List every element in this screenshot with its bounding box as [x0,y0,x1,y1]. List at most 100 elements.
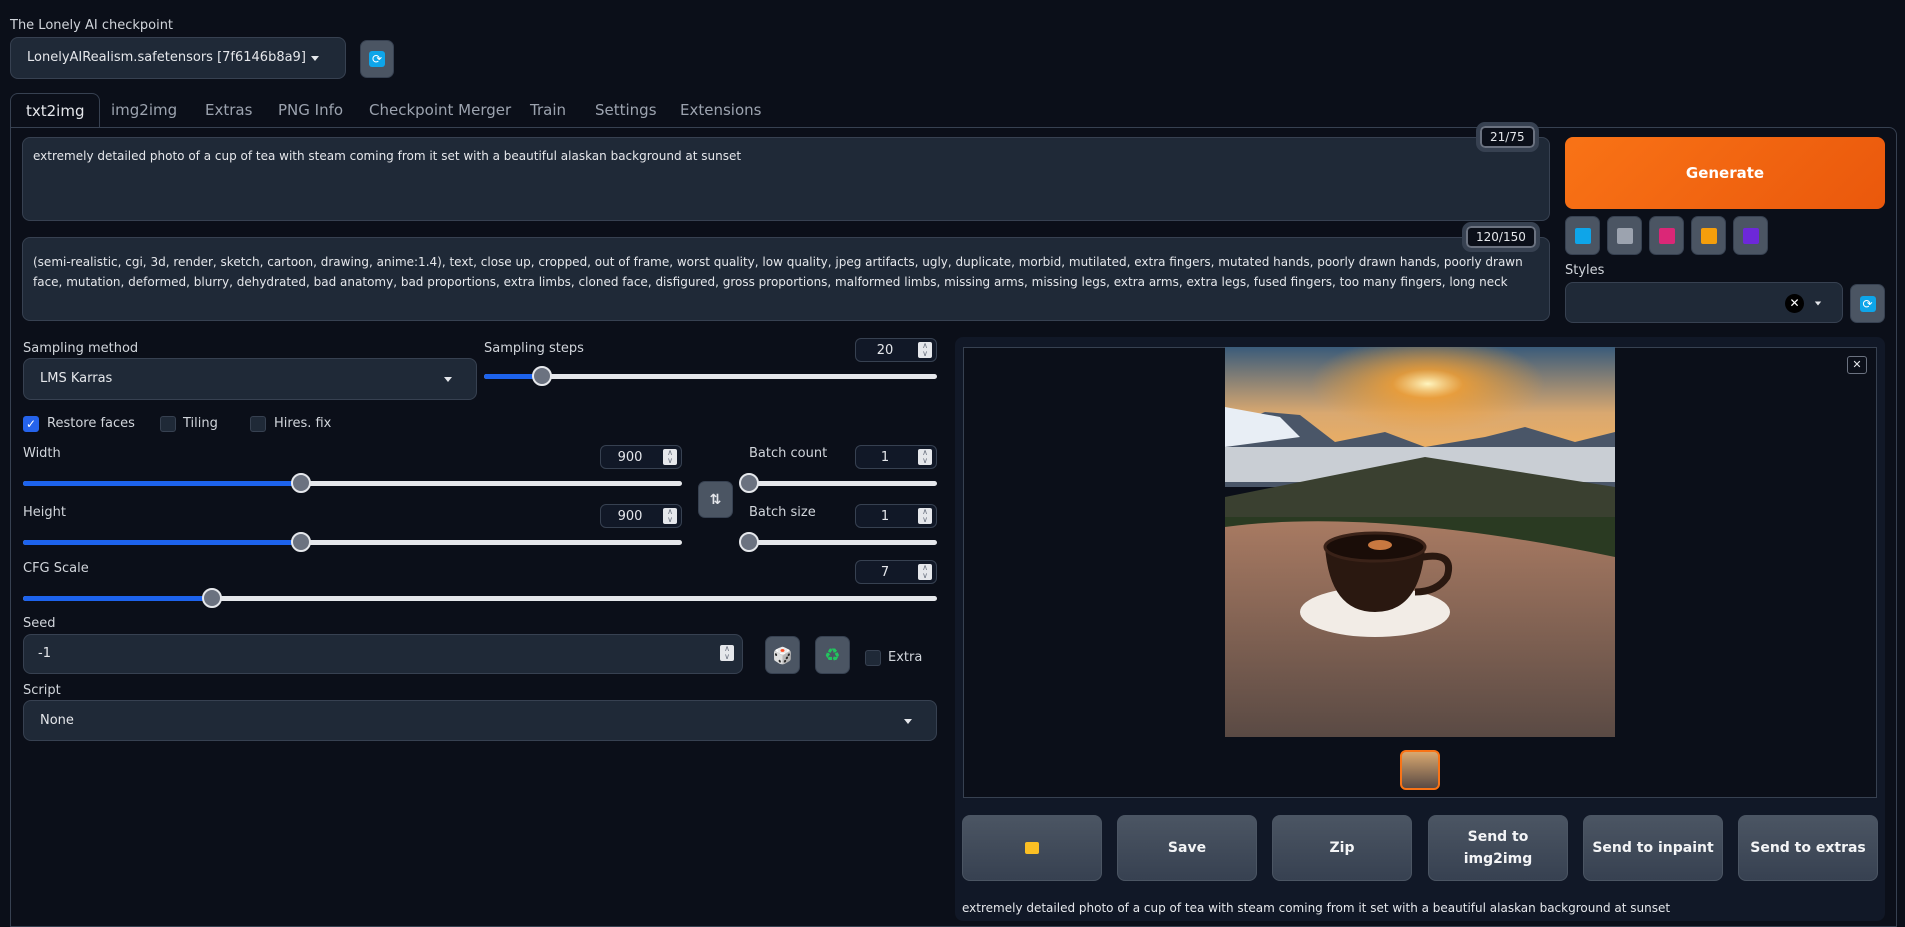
checkpoint-value: LonelyAIRealism.safetensors [7f6146b8a9] [27,50,306,65]
style-card-button[interactable] [1649,216,1684,255]
tab-txt2img[interactable]: txt2img [10,93,101,128]
width-slider-thumb[interactable] [290,473,311,493]
swap-arrows-icon: ⇅ [709,491,722,508]
width-slider[interactable] [23,473,682,493]
tab-settings[interactable]: Settings [580,93,672,128]
recycle-icon: ♻ [824,644,841,666]
chevron-down-icon [904,719,912,724]
trash-button[interactable] [1607,216,1642,255]
floppy-save-icon [1742,227,1759,244]
hires-fix-label: Hires. fix [274,416,332,431]
open-folder-button[interactable] [962,815,1102,881]
cfg-scale-value: 7 [880,564,890,580]
paste-arrow-icon [1574,227,1591,244]
seed-input[interactable]: -1 ∧ ∨ [23,634,743,674]
close-gallery-button[interactable]: ✕ [1847,356,1867,374]
width-slider-fill [23,481,301,486]
swap-dimensions-button[interactable]: ⇅ [698,481,733,518]
sampling-method-dropdown[interactable]: LMS Karras [23,358,477,400]
tab-png-info[interactable]: PNG Info [263,93,358,128]
extra-seed-checkbox[interactable] [865,650,881,666]
refresh-icon: ⟳ [369,51,385,67]
height-stepper[interactable]: ∧ ∨ [663,508,677,524]
batch-size-stepper[interactable]: ∧ ∨ [918,508,932,524]
chevron-down-icon [1814,301,1822,306]
tiling-checkbox[interactable] [160,416,176,432]
batch-count-number-input[interactable]: 1 ∧ ∨ [855,445,937,469]
height-value: 900 [617,508,643,524]
cfg-scale-label: CFG Scale [23,561,89,576]
height-slider[interactable] [23,532,682,552]
chevron-down-icon [311,56,319,61]
cfg-scale-slider-thumb[interactable] [202,588,223,608]
sampling-steps-stepper[interactable]: ∧ ∨ [918,342,932,358]
cfg-scale-number-input[interactable]: 7 ∧ ∨ [855,560,937,584]
clipboard-button[interactable] [1691,216,1726,255]
cfg-scale-slider[interactable] [23,588,937,608]
floppy-save-button[interactable] [1733,216,1768,255]
height-slider-fill [23,540,301,545]
batch-count-slider-thumb[interactable] [739,473,759,493]
batch-size-label: Batch size [749,505,816,520]
batch-count-stepper[interactable]: ∧ ∨ [918,449,932,465]
trash-icon [1616,227,1633,244]
height-slider-thumb[interactable] [290,532,311,552]
refresh-styles-button[interactable]: ⟳ [1850,284,1885,323]
script-value: None [40,713,74,728]
width-stepper[interactable]: ∧ ∨ [663,449,677,465]
generate-button[interactable]: Generate [1565,137,1885,209]
restore-faces-label: Restore faces [47,416,135,431]
hires-fix-checkbox[interactable] [250,416,266,432]
refresh-icon: ⟳ [1859,295,1876,312]
script-label: Script [23,683,61,698]
height-number-input[interactable]: 900 ∧ ∨ [600,504,682,528]
prompt-token-counter: 21/75 [1476,122,1539,152]
send-to-img2img-button[interactable]: Send to img2img [1428,815,1568,881]
batch-size-slider[interactable] [739,532,937,552]
send-to-extras-button[interactable]: Send to extras [1738,815,1878,881]
cfg-scale-stepper[interactable]: ∧ ∨ [918,564,932,580]
batch-size-slider-thumb[interactable] [739,532,759,552]
batch-size-number-input[interactable]: 1 ∧ ∨ [855,504,937,528]
gallery-thumbnail[interactable] [1400,750,1440,790]
clipboard-icon [1700,227,1717,244]
generated-image[interactable] [1225,347,1615,737]
tab-extras[interactable]: Extras [190,93,267,128]
sampling-steps-value: 20 [876,342,894,358]
checkpoint-label: The Lonely AI checkpoint [10,18,174,33]
clear-icon[interactable]: ✕ [1785,294,1804,313]
batch-count-value: 1 [880,449,890,465]
styles-dropdown[interactable]: ✕ [1565,282,1843,323]
batch-size-value: 1 [880,508,890,524]
negative-prompt-token-counter: 120/150 [1462,222,1540,252]
refresh-checkpoint-button[interactable]: ⟳ [360,40,394,78]
tab-extensions[interactable]: Extensions [665,93,776,128]
seed-value: -1 [38,646,51,661]
sampling-steps-number-input[interactable]: 20 ∧ ∨ [855,338,937,362]
tab-img2img[interactable]: img2img [96,93,192,128]
reuse-seed-button[interactable]: ♻ [815,636,850,674]
random-seed-button[interactable]: 🎲 [765,636,800,674]
sampling-steps-slider-thumb[interactable] [531,366,552,386]
sampling-steps-label: Sampling steps [484,341,584,356]
batch-count-slider[interactable] [739,473,937,493]
negative-prompt-input[interactable] [22,237,1550,321]
prompt-input[interactable] [22,137,1550,221]
dice-icon: 🎲 [772,645,793,665]
restore-faces-checkbox[interactable]: ✓ [23,416,39,432]
paste-arrow-button[interactable] [1565,216,1600,255]
tab-train[interactable]: Train [515,93,581,128]
sampling-method-label: Sampling method [23,341,139,356]
height-label: Height [23,505,66,520]
zip-button[interactable]: Zip [1272,815,1412,881]
seed-stepper[interactable]: ∧ ∨ [720,645,734,661]
width-number-input[interactable]: 900 ∧ ∨ [600,445,682,469]
tab-checkpoint-merger[interactable]: Checkpoint Merger [354,93,526,128]
sampling-steps-slider[interactable] [484,366,937,386]
style-card-icon [1658,227,1675,244]
sampling-method-value: LMS Karras [40,371,113,386]
checkpoint-dropdown[interactable]: LonelyAIRealism.safetensors [7f6146b8a9] [10,37,346,79]
save-button[interactable]: Save [1117,815,1257,881]
script-dropdown[interactable]: None [23,700,937,741]
send-to-inpaint-button[interactable]: Send to inpaint [1583,815,1723,881]
